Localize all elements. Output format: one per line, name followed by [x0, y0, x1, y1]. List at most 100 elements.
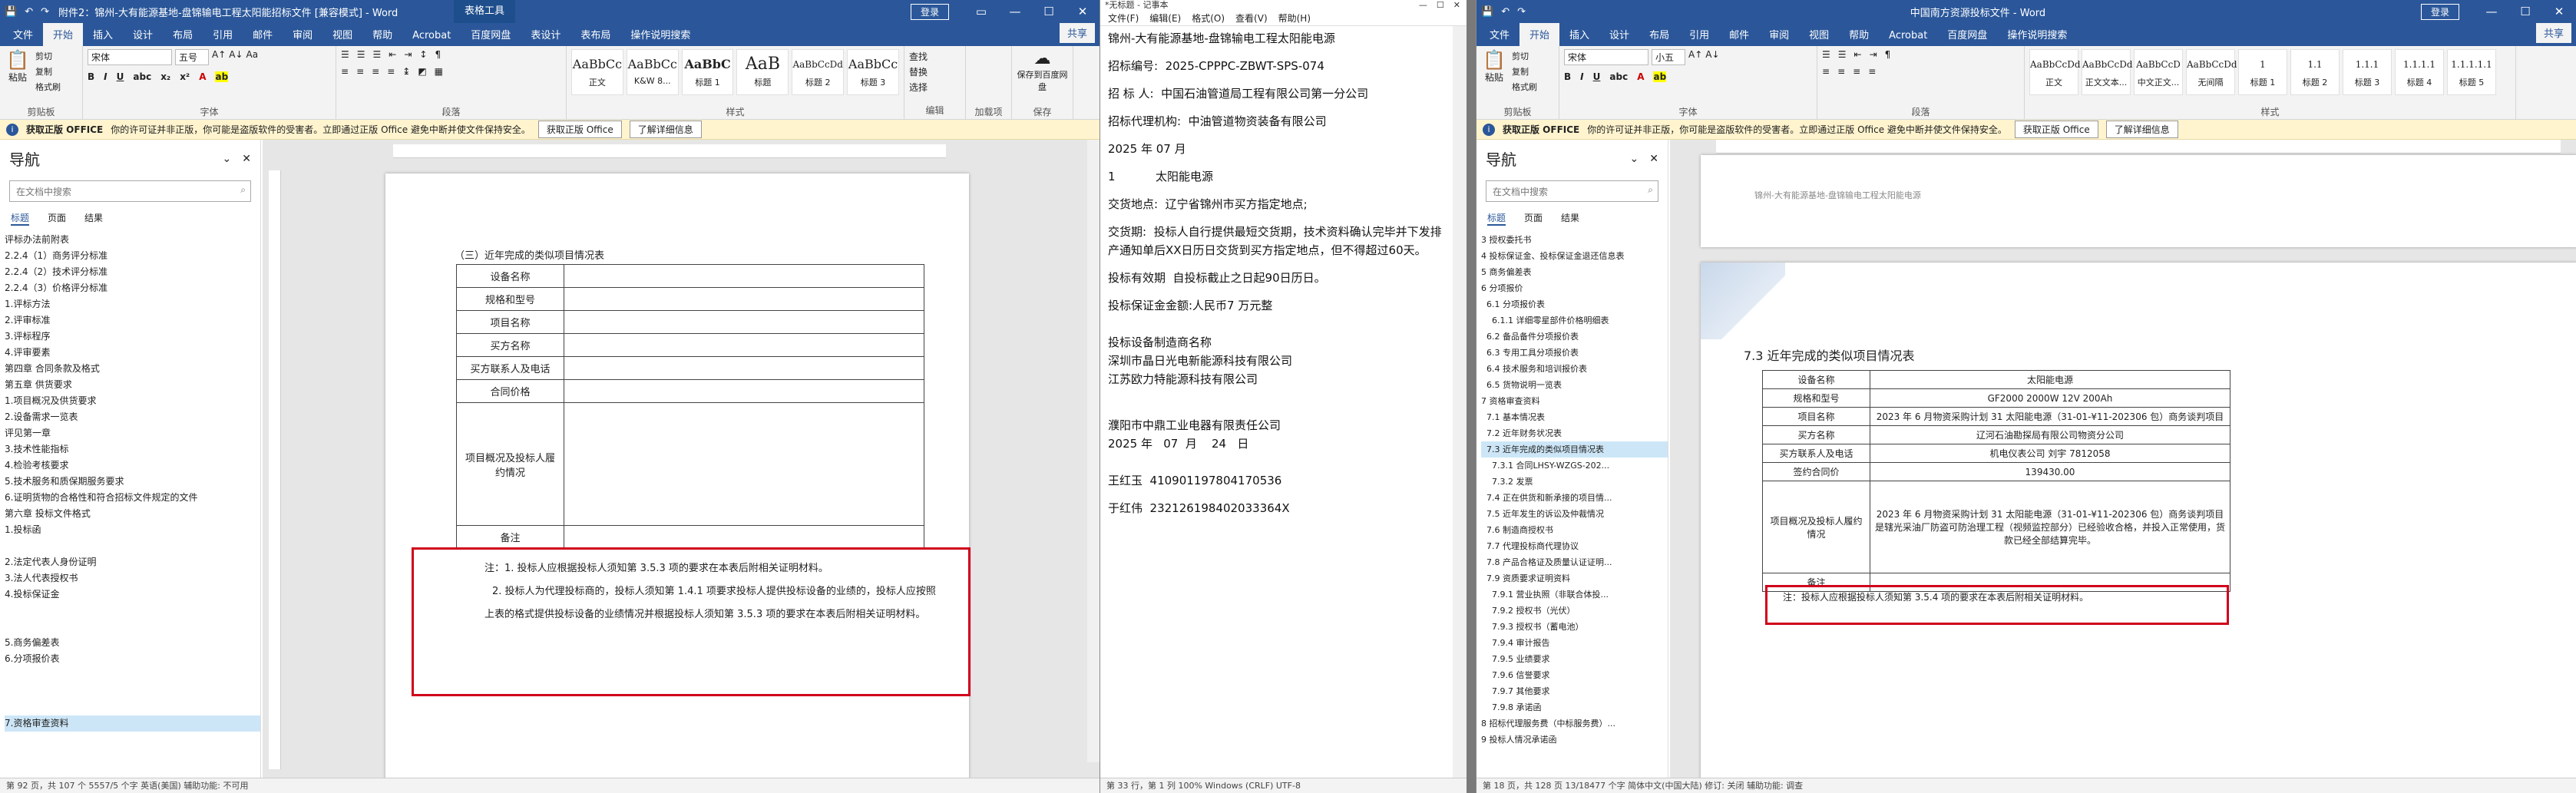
menu-help[interactable]: 帮助(H)	[1278, 12, 1311, 24]
maximize-icon[interactable]: ☐	[2508, 5, 2542, 18]
nav-tab-results[interactable]: 结果	[84, 211, 103, 226]
learn-more-button[interactable]: 了解详细信息	[629, 121, 702, 138]
nav-heading-item[interactable]: 6.分项报价表	[5, 651, 260, 667]
tab-design[interactable]: 设计	[123, 22, 163, 46]
notepad-text-area[interactable]: 锦州-大有能源基地-盘锦输电工程太阳能电源 招标编号: 2025-CPPPC-ZB…	[1100, 26, 1453, 778]
maximize-icon[interactable]: ☐	[1032, 5, 1066, 18]
nav-heading-item[interactable]: 6.3 专用工具分项报价表	[1481, 345, 1668, 361]
nav-heading-item[interactable]: 7.1 基本情况表	[1481, 409, 1668, 425]
nav-heading-item[interactable]: 7.3.1 合同LHSY-WZGS-202...	[1481, 458, 1668, 474]
tab-file[interactable]: 文件	[1480, 22, 1519, 46]
tab-home[interactable]: 开始	[1519, 22, 1560, 46]
close-icon[interactable]: ✕	[2542, 5, 2576, 18]
style-gallery-item[interactable]: 1.1.1.1 标题 4	[2395, 49, 2444, 95]
nav-heading-item[interactable]: 5 商务偏差表	[1481, 264, 1668, 280]
font-color-icon[interactable]: A	[1637, 71, 1644, 82]
decrease-indent-icon[interactable]: ⇤	[1854, 49, 1862, 60]
row-value-cell[interactable]	[564, 402, 924, 526]
superscript-icon[interactable]: x²	[180, 71, 190, 82]
find-button[interactable]: 查找	[909, 49, 961, 64]
menu-file[interactable]: 文件(F)	[1108, 12, 1139, 24]
bold-icon[interactable]: B	[1564, 71, 1571, 82]
save-icon[interactable]: 💾	[5, 6, 17, 18]
align-center-icon[interactable]: ≡	[356, 66, 364, 77]
row-value-cell[interactable]	[564, 264, 924, 288]
nav-heading-item[interactable]: 3 授权委托书	[1481, 232, 1668, 248]
menu-format[interactable]: 格式(O)	[1192, 12, 1225, 24]
style-heading-2[interactable]: AaBbCcDd 标题 2	[792, 49, 845, 95]
show-marks-icon[interactable]: ¶	[1885, 49, 1891, 60]
line-spacing-icon[interactable]: ↨	[402, 66, 410, 77]
nav-heading-item[interactable]: 5.商务偏差表	[5, 635, 260, 651]
increase-indent-icon[interactable]: ⇥	[1870, 49, 1877, 60]
undo-icon[interactable]: ↶	[1501, 6, 1510, 18]
nav-heading-item[interactable]: 7.9.4 审计报告	[1481, 635, 1668, 651]
nav-heading-item[interactable]: 评标办法前附表	[5, 232, 260, 248]
sort-icon[interactable]: ↕	[419, 49, 427, 60]
nav-heading-item[interactable]: 3.评标程序	[5, 329, 260, 345]
nav-heading-item[interactable]: 7.7 代理投标商代理协议	[1481, 538, 1668, 554]
nav-close-icon[interactable]: ✕	[1649, 153, 1658, 165]
nav-heading-item[interactable]: 3.法人代表授权书	[5, 570, 260, 586]
tab-layout[interactable]: 布局	[1639, 22, 1679, 46]
share-button[interactable]: 共享	[1059, 22, 1095, 43]
shading-icon[interactable]: ◩	[418, 66, 426, 77]
nav-heading-item[interactable]: 2.2.4（3）价格评分标准	[5, 280, 260, 296]
menu-edit[interactable]: 编辑(E)	[1149, 12, 1181, 24]
nav-heading-item[interactable]: 7.9.7 其他要求	[1481, 683, 1668, 699]
nav-heading-item[interactable]: 7.9.8 承诺函	[1481, 699, 1668, 715]
undo-icon[interactable]: ↶	[25, 6, 33, 18]
style-gallery-item[interactable]: AaBbCcDd 无间隔	[2186, 49, 2237, 95]
highlight-icon[interactable]: ab	[1653, 71, 1667, 82]
nav-heading-item[interactable]	[5, 699, 260, 715]
close-icon[interactable]: ✕	[1066, 5, 1100, 18]
numbering-icon[interactable]: ☰	[357, 49, 365, 60]
save-icon[interactable]: 💾	[1481, 6, 1493, 18]
nav-heading-item[interactable]: 6.1 分项报价表	[1481, 296, 1668, 312]
nav-heading-item[interactable]: 4.投标保证金	[5, 586, 260, 603]
nav-heading-item[interactable]	[5, 619, 260, 635]
redo-icon[interactable]: ↷	[41, 6, 49, 18]
nav-heading-item[interactable]: 第四章 合同条款及格式	[5, 361, 260, 377]
nav-heading-item[interactable]: 6.2 备品备件分项报价表	[1481, 329, 1668, 345]
nav-tab-results[interactable]: 结果	[1561, 211, 1579, 226]
nav-heading-item[interactable]: 9 投标人情况承诺函	[1481, 732, 1668, 748]
nav-heading-item[interactable]: 8 招标代理服务费（中标服务费）...	[1481, 715, 1668, 732]
align-right-icon[interactable]: ≡	[1853, 66, 1860, 77]
tab-table-design[interactable]: 表设计	[521, 22, 570, 46]
tab-baidu[interactable]: 百度网盘	[1937, 22, 1997, 46]
increase-indent-icon[interactable]: ⇥	[404, 49, 412, 60]
minimize-icon[interactable]: —	[998, 5, 1032, 18]
tab-home[interactable]: 开始	[43, 22, 84, 46]
show-marks-icon[interactable]: ¶	[435, 49, 441, 60]
notepad-scrollbar[interactable]	[1453, 26, 1467, 778]
nav-search-input[interactable]: 在文档中搜索 ⌕	[1486, 180, 1658, 202]
nav-heading-item[interactable]: 7.2 近年财务状况表	[1481, 425, 1668, 441]
style-normal[interactable]: AaBbCc 正文	[571, 49, 623, 95]
style-gallery-item[interactable]: AaBbCcDd 正文	[2029, 49, 2081, 95]
shrink-font-icon[interactable]: A↓	[229, 49, 243, 65]
tab-review[interactable]: 审阅	[1759, 22, 1799, 46]
right-login-button[interactable]: 登录	[2420, 3, 2459, 20]
row-value[interactable]: 2023 年 6 月物资采购计划 31 太阳能电源（31-01-¥11-2023…	[1870, 481, 2230, 573]
tab-mailings[interactable]: 邮件	[243, 22, 283, 46]
nav-heading-item[interactable]: 7.9.6 信誉要求	[1481, 667, 1668, 683]
login-button[interactable]: 登录	[910, 3, 949, 20]
nav-tab-pages[interactable]: 页面	[48, 211, 66, 226]
tab-baidu[interactable]: 百度网盘	[461, 22, 521, 46]
paste-button[interactable]: 📋 粘贴	[5, 49, 31, 95]
row-value-cell[interactable]	[564, 379, 924, 403]
shrink-font-icon[interactable]: A↓	[1705, 49, 1719, 65]
cut-button[interactable]: 剪切	[1512, 49, 1537, 64]
font-size-select[interactable]: 小五	[1652, 49, 1685, 65]
style-kw[interactable]: AaBbCc K&W 8...	[626, 49, 679, 95]
nav-heading-item[interactable]: 7.3 近年完成的类似项目情况表	[1481, 441, 1668, 458]
ribbon-display-icon[interactable]: ▭	[964, 5, 998, 18]
grow-font-icon[interactable]: A↑	[1688, 49, 1702, 65]
nav-heading-item[interactable]	[5, 603, 260, 619]
nav-heading-item[interactable]: 7.9.2 授权书（光伏）	[1481, 603, 1668, 619]
underline-icon[interactable]: U	[117, 71, 124, 82]
tab-file[interactable]: 文件	[3, 22, 43, 46]
row-value[interactable]: 机电仪表公司 刘宇 7812058	[1870, 444, 2230, 463]
nav-heading-item[interactable]: 7.9.1 营业执照（非联合体投...	[1481, 586, 1668, 603]
